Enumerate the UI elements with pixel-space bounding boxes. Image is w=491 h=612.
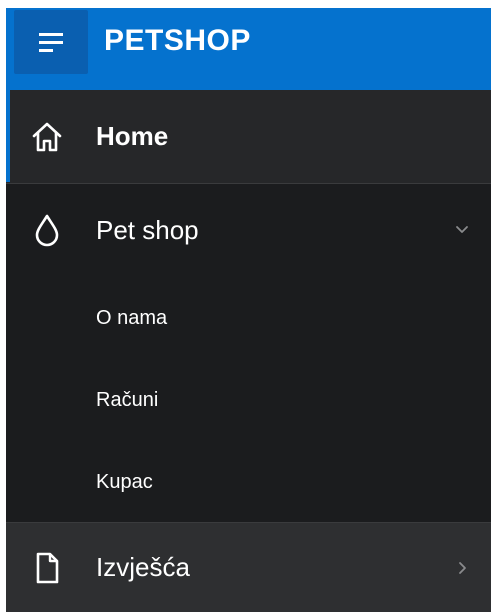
active-indicator — [6, 90, 10, 182]
nav-subitem-racuni[interactable]: Računi — [6, 360, 491, 440]
nav-item-label: Izvješća — [96, 552, 190, 582]
drop-icon — [35, 214, 59, 247]
chevron-down-icon[interactable] — [455, 223, 469, 237]
nav-subitem-label: O nama — [96, 306, 168, 329]
nav-subitem-kupac[interactable]: Kupac — [6, 442, 491, 522]
app-frame: PETSHOP Home Pet shop O nama Računi Kupa… — [6, 8, 491, 612]
header-bar: PETSHOP — [6, 8, 491, 90]
app-title[interactable]: PETSHOP — [104, 24, 251, 58]
hamburger-menu-icon — [39, 33, 63, 52]
nav-item-izvjesca[interactable]: Izvješća — [6, 522, 491, 612]
menu-toggle-button[interactable] — [14, 10, 88, 74]
document-icon — [36, 552, 59, 583]
nav-item-home[interactable]: Home — [6, 90, 491, 184]
side-navigation: Home Pet shop O nama Računi Kupac Izvješ… — [6, 90, 491, 612]
home-icon — [32, 122, 62, 151]
chevron-right-icon[interactable] — [455, 561, 469, 575]
nav-item-label: Home — [96, 121, 169, 151]
nav-item-pet-shop[interactable]: Pet shop — [6, 185, 491, 275]
nav-subitem-label: Kupac — [96, 470, 153, 493]
nav-subitem-label: Računi — [96, 388, 159, 411]
nav-item-label: Pet shop — [96, 214, 199, 245]
nav-subitem-o-nama[interactable]: O nama — [6, 278, 491, 358]
